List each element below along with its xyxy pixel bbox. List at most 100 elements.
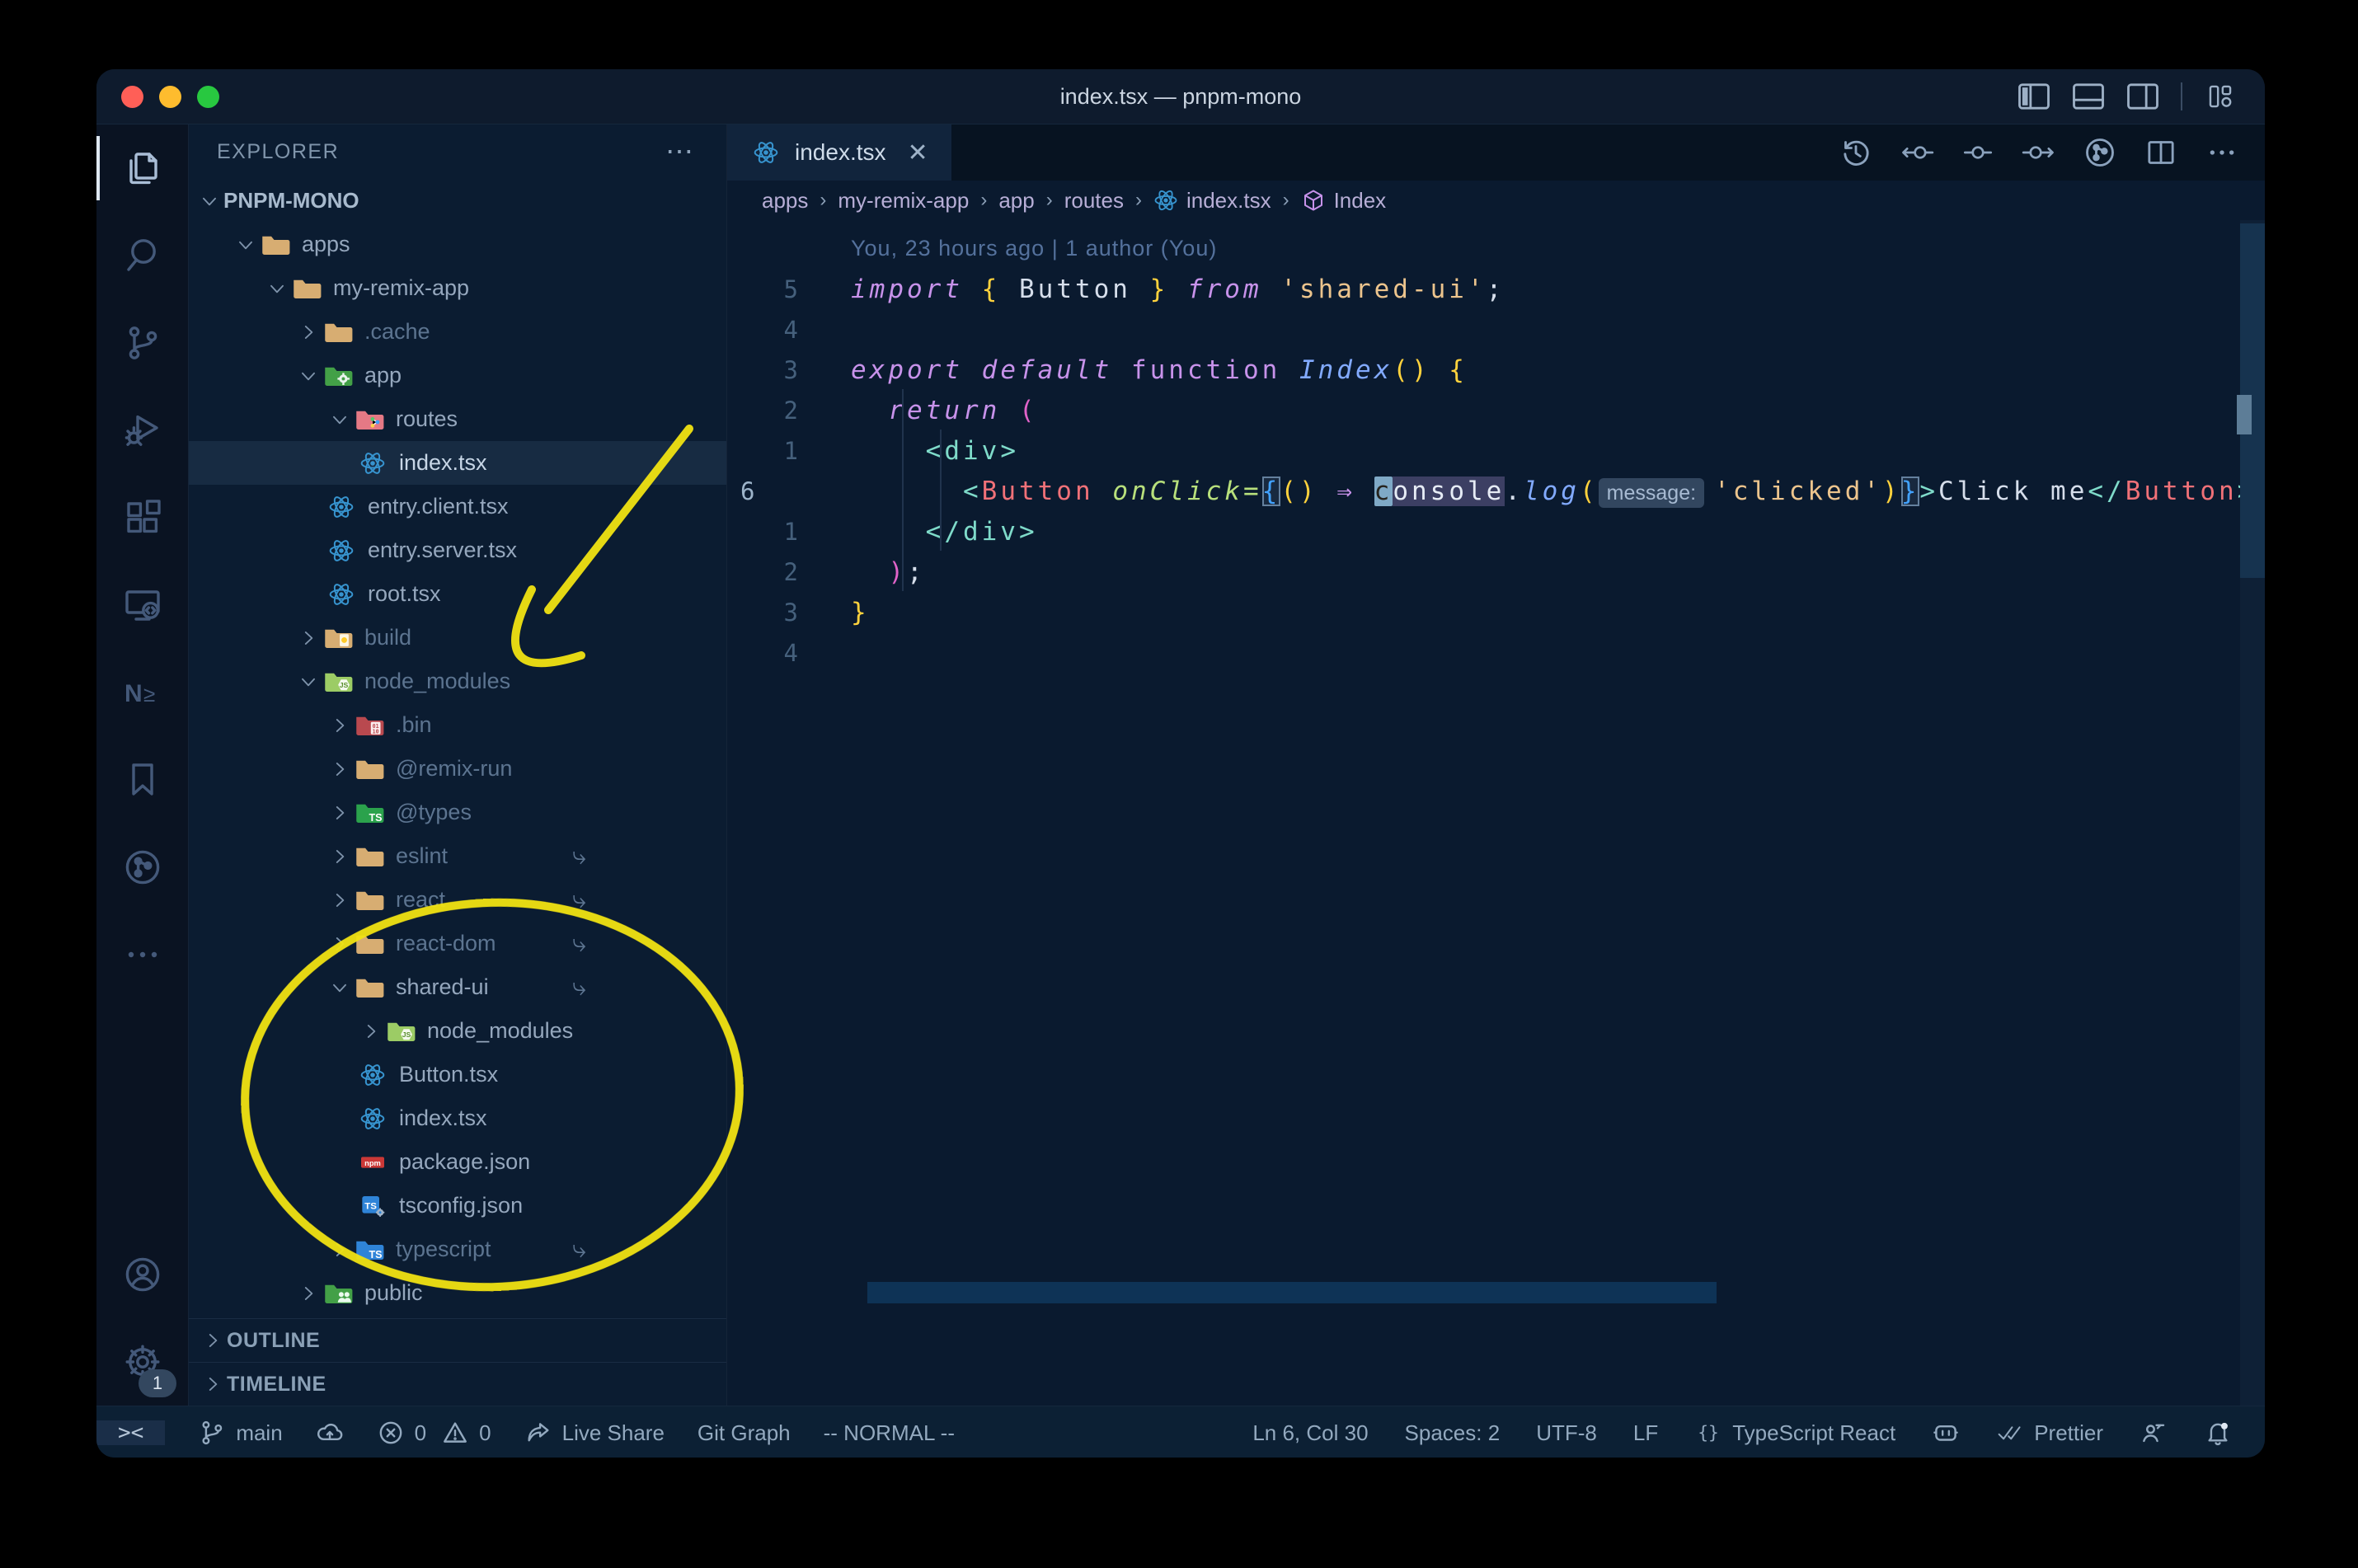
status-cursor-position[interactable]: Ln 6, Col 30 [1252, 1420, 1368, 1446]
status-feedback[interactable] [2140, 1419, 2168, 1447]
tree-item-entry-server-tsx[interactable]: entry.server.tsx [189, 528, 726, 572]
symlink-arrow-icon: ⤷ [572, 842, 586, 870]
chevron-down-icon [232, 231, 260, 259]
chevron-right-icon [326, 711, 354, 739]
activity-search[interactable] [96, 212, 188, 299]
tree-item-package-json[interactable]: npm package.json [189, 1140, 726, 1184]
layout-sidebar-left-icon[interactable] [2017, 82, 2050, 110]
tree-item-node-modules[interactable]: JS node_modules [189, 660, 726, 703]
customize-layout-icon[interactable] [2204, 82, 2237, 110]
breadcrumb-app[interactable]: app [998, 188, 1034, 214]
chevron-right-icon [199, 1370, 227, 1398]
more-icon[interactable] [2204, 136, 2240, 169]
chevron-down-icon [294, 362, 322, 390]
tree-item-index-tsx[interactable]: index.tsx [189, 1096, 726, 1140]
status-live-share[interactable]: Live Share [524, 1419, 665, 1447]
tab-index-tsx[interactable]: index.tsx ✕ [727, 124, 951, 181]
activity-git-graph[interactable] [96, 824, 188, 911]
status-label: Git Graph [697, 1420, 791, 1445]
section-outline[interactable]: OUTLINE [189, 1318, 726, 1362]
tree-item-build[interactable]: build [189, 616, 726, 660]
line-number: 2 [783, 557, 801, 586]
tree-item--types[interactable]: TS @types [189, 791, 726, 834]
tree-item-label: index.tsx [399, 1106, 487, 1130]
history-icon[interactable] [1838, 136, 1874, 169]
layout-sidebar-right-icon[interactable] [2126, 82, 2159, 110]
activity-settings[interactable]: 1 [96, 1318, 188, 1406]
code-line: 1 </div> [727, 511, 2265, 552]
split-editor-icon[interactable] [2143, 136, 2179, 169]
chevron-right-icon [199, 1326, 227, 1354]
tree-item-tsconfig-json[interactable]: TS tsconfig.json [189, 1184, 726, 1228]
tree-item-typescript[interactable]: TS typescript ⤷ [189, 1228, 726, 1271]
activity-more-views[interactable] [96, 911, 188, 998]
status-indentation[interactable]: Spaces: 2 [1405, 1420, 1501, 1446]
vertical-scrollbar[interactable] [2237, 220, 2265, 1406]
activity-run-debug[interactable] [96, 387, 188, 474]
status-notifications[interactable] [2204, 1419, 2232, 1447]
git-graph-icon[interactable] [2082, 136, 2118, 169]
gitlens-current-icon[interactable] [1960, 136, 1996, 169]
tree-item-label: typescript [396, 1237, 491, 1261]
breadcrumb-index-tsx[interactable]: index.tsx [1153, 188, 1271, 214]
tree-item-public[interactable]: public [189, 1271, 726, 1315]
tree-item-index-tsx[interactable]: index.tsx [189, 441, 726, 485]
activity-bookmarks[interactable] [96, 736, 188, 824]
status-copilot[interactable] [1932, 1419, 1960, 1447]
tree-item-eslint[interactable]: eslint ⤷ [189, 834, 726, 878]
tree-item-react-dom[interactable]: react-dom ⤷ [189, 922, 726, 965]
status-prettier[interactable]: Prettier [1996, 1419, 2103, 1447]
tree-item-label: Button.tsx [399, 1062, 499, 1087]
tree-item-entry-client-tsx[interactable]: entry.client.tsx [189, 485, 726, 528]
section-timeline[interactable]: TIMELINE [189, 1362, 726, 1406]
activity-extensions[interactable] [96, 474, 188, 561]
tree-item--bin[interactable]: 01 10 .bin [189, 703, 726, 747]
status-git-branch[interactable]: main [198, 1419, 283, 1447]
settings-badge: 1 [139, 1369, 176, 1397]
breadcrumb-my-remix-app[interactable]: my-remix-app [838, 188, 969, 214]
activity-explorer[interactable] [96, 124, 188, 212]
code-editor[interactable]: You, 23 hours ago | 1 author (You) 5 impor… [727, 220, 2265, 1406]
activity-remote-explorer[interactable] [96, 561, 188, 649]
status-sync-changes[interactable] [316, 1419, 344, 1447]
status-encoding[interactable]: UTF-8 [1536, 1420, 1597, 1446]
breadcrumb-separator: › [820, 189, 827, 211]
status-language-mode[interactable]: {} TypeScript React [1694, 1419, 1895, 1447]
breadcrumb-separator: › [980, 189, 988, 211]
status-label: TypeScript React [1732, 1420, 1896, 1445]
breadcrumb-index[interactable]: Index [1301, 188, 1386, 214]
tree-item-react[interactable]: react ⤷ [189, 878, 726, 922]
activity-source-control[interactable] [96, 299, 188, 387]
tree-item-node-modules[interactable]: JS node_modules [189, 1009, 726, 1053]
status-git-graph[interactable]: Git Graph [698, 1420, 791, 1446]
line-number: 2 [783, 396, 801, 425]
gitlens-prev-icon[interactable] [1899, 136, 1935, 169]
status-errors[interactable]: 0 [377, 1419, 426, 1447]
gitlens-next-icon[interactable] [2021, 136, 2057, 169]
close-tab-icon[interactable]: ✕ [908, 138, 928, 167]
tree-item--cache[interactable]: .cache [189, 310, 726, 354]
tree-item-button-tsx[interactable]: Button.tsx [189, 1053, 726, 1096]
status-remote-indicator[interactable]: >< [96, 1420, 166, 1445]
sidebar-title: EXPLORER [217, 139, 340, 163]
status-eol[interactable]: LF [1633, 1420, 1658, 1446]
tree-item-shared-ui[interactable]: shared-ui ⤷ [189, 965, 726, 1009]
tree-item-routes[interactable]: routes [189, 397, 726, 441]
tree-item-app[interactable]: app [189, 354, 726, 397]
tree-item-apps[interactable]: apps [189, 223, 726, 266]
status-warnings[interactable]: 0 [441, 1419, 491, 1447]
breadcrumb-apps[interactable]: apps [762, 188, 808, 214]
tree-item-my-remix-app[interactable]: my-remix-app [189, 266, 726, 310]
tree-item-label: node_modules [364, 669, 511, 693]
breadcrumb-routes[interactable]: routes [1064, 188, 1124, 214]
tree-item-root-tsx[interactable]: root.tsx [189, 572, 726, 616]
explorer-more-actions-icon[interactable]: ⋯ [665, 138, 695, 166]
activity-nx-console[interactable]: N ≥ [96, 649, 188, 736]
activity-accounts[interactable] [96, 1231, 188, 1318]
status-vim-mode[interactable]: -- NORMAL -- [824, 1420, 955, 1446]
status-label: Prettier [2034, 1420, 2103, 1445]
workspace-root[interactable]: PNPM-MONO [189, 179, 726, 223]
tree-item--remix-run[interactable]: @remix-run [189, 747, 726, 791]
layout-panel-icon[interactable] [2072, 82, 2105, 110]
horizontal-scrollbar[interactable] [867, 1282, 1717, 1303]
